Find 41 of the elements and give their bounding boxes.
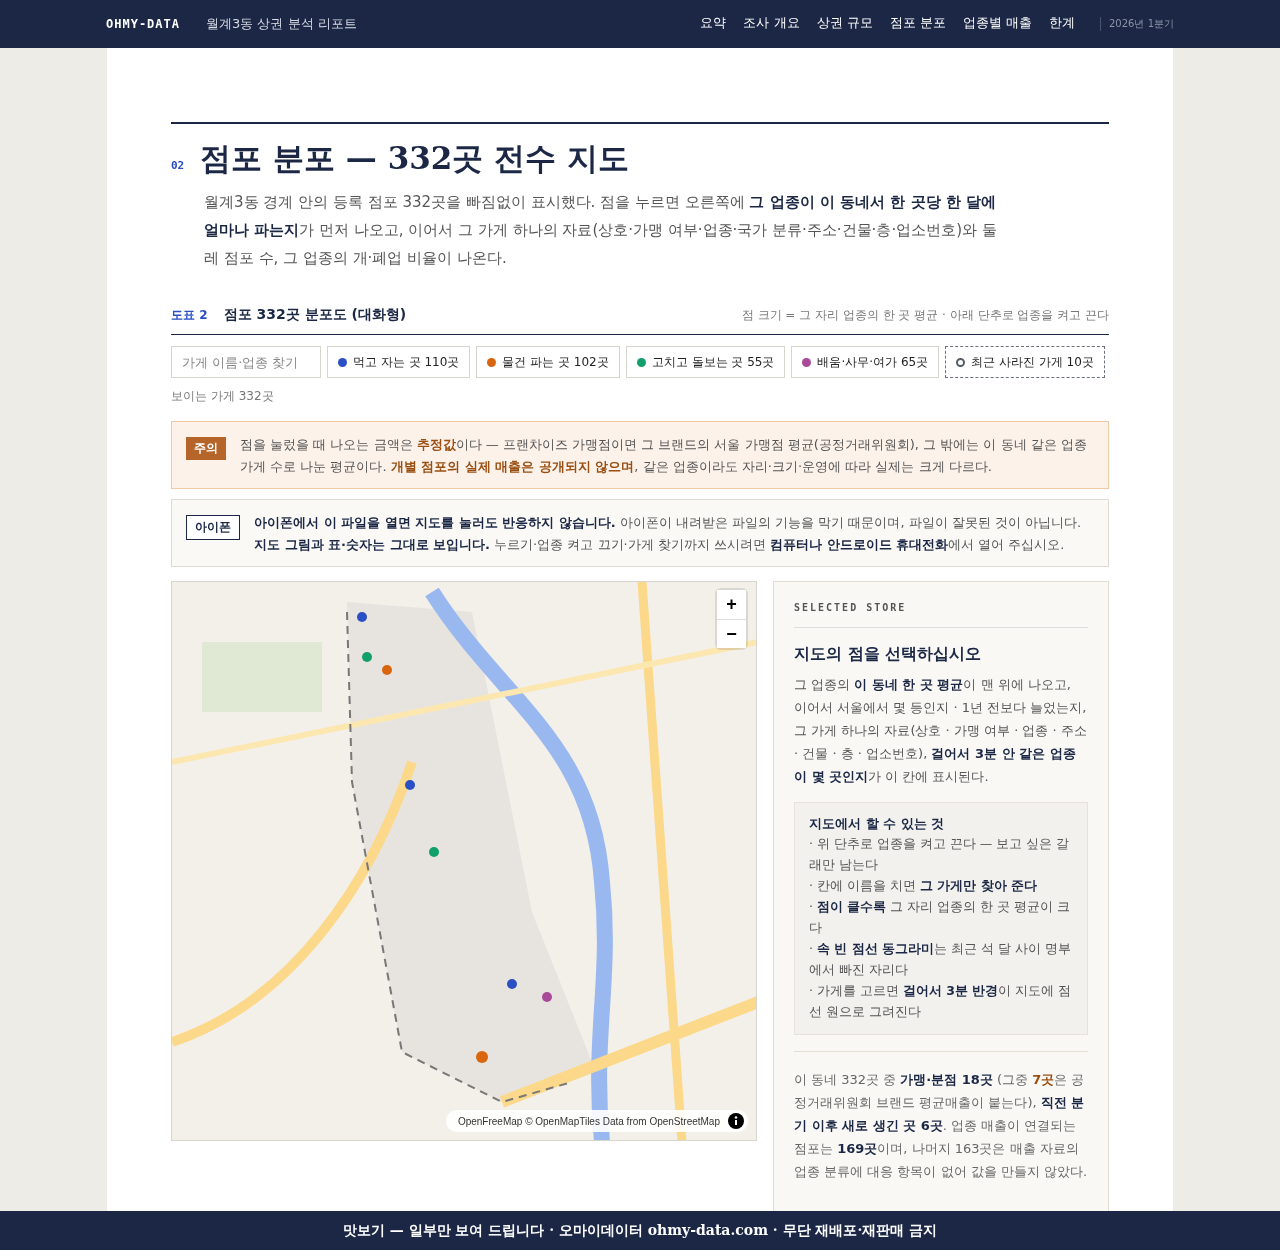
help-item: · 칸에 이름을 치면 그 가게만 찾아 준다: [809, 877, 1038, 895]
help-item: · 점이 클수록 그 자리 업종의 한 곳 평균이 크다: [809, 898, 1072, 937]
section-title: 점포 분포 — 332곳 전수 지도: [200, 139, 629, 178]
info-icon[interactable]: [728, 1113, 744, 1129]
map-attribution: OpenFreeMap © OpenMapTiles Data from OpenStreetMap: [457, 1115, 720, 1127]
notice-badge: 주의: [186, 437, 226, 460]
banner-text: 맛보기 — 일부만 보여 드립니다 · 오마이데이터 ohmy-data.com · 무단 재배포·재판매 금지: [342, 1221, 938, 1240]
notice-text: 점을 눌렀을 때 나오는 금액은 추정값이다 — 프랜차이즈 가맹점이면 그 브랜드의 서울 가맹점 평균(공정거래위원회), 그 밖에는 이 동네 같은 업종 가게 수로 나눈 평균이다. 개별 점포의 실제 매출은 공개되지 않으며, 같은 업종이라도 자리·크기·운영에 따라 실제는 크게 다르다.: [240, 436, 1088, 476]
filter-chip[interactable]: 먹고 자는 곳 110곳: [327, 346, 471, 378]
figure-note: 점 크기 = 그 자리 업종의 한 곳 평균 · 아래 단추로 업종을 켜고 끈다: [741, 307, 1109, 324]
period-label: 2026년 1분기: [1100, 17, 1174, 31]
nav-link[interactable]: 상권 규모: [816, 14, 873, 34]
lead-paragraph: 월계3동 경계 안의 등록 점포 332곳을 빠짐없이 표시했다. 점을 누르면 오른쪽에 그 업종이 이 동네서 한 곳당 한 달에 얼마나 파는지가 먼저 나오고, 이어서 그 가게 하나의 자료(상호·가맹 여부·업종·국가 분류·주소·건물·층·업소번호)와 둘레 점포 수, 그 업종의 개·폐업 비율이 나온다.: [204, 192, 998, 269]
notice-text: 아이폰에서 이 파일을 열면 지도를 눌러도 반응하지 않습니다. 아이폰이 내려받은 파일의 기능을 막기 때문이며, 파일이 잘못된 것이 아닙니다. 지도 그림과 표·숫자는 그대로 보입니다. 누르기·업종 켜고 끄기·가게 찾기까지 쓰시려면 컴퓨터나 안드로이드 휴대전화에서 열어 주십시오.: [254, 514, 1083, 554]
search-field[interactable]: 가게 이름·업종 찾기: [171, 346, 321, 378]
help-title: 지도에서 할 수 있는 것: [809, 815, 946, 833]
filter-chip[interactable]: 배움·사무·여가 65곳: [791, 346, 940, 378]
map[interactable]: + − OpenFreeMap © OpenMapTiles Data from OpenStreetMap: [171, 581, 757, 1141]
section-number: 02: [171, 159, 185, 172]
nav-link[interactable]: 요약: [700, 14, 727, 34]
help-item: · 속 빈 점선 동그라미는 최근 석 달 사이 명부에서 빠진 자리다: [809, 940, 1072, 979]
nav-link[interactable]: 점포 분포: [889, 14, 946, 34]
figure-label: 도표 2: [171, 307, 208, 324]
nav-link[interactable]: 업종별 매출: [962, 14, 1032, 34]
zoom-out-button[interactable]: −: [717, 619, 746, 648]
visible-count: 보이는 가게 332곳: [171, 388, 275, 405]
filter-chip[interactable]: 최근 사라진 가게 10곳: [945, 346, 1105, 378]
help-item: · 위 단추로 업종을 켜고 끈다 — 보고 싶은 갈래만 남는다: [809, 835, 1071, 874]
brand-logo[interactable]: OHMY-DATA: [106, 17, 181, 31]
nav-link[interactable]: 조사 개요: [743, 14, 800, 34]
panel-title: 지도의 점을 선택하십시오: [794, 644, 983, 665]
panel-eyebrow: SELECTED STORE: [794, 602, 1088, 628]
report-title: 월계3동 상권 분석 리포트: [206, 15, 357, 33]
summary-paragraph: 이 동네 332곳 중 가맹·분점 18곳 (그중 7곳은 공정거래위원회 브랜드 평균매출이 붙는다), 직전 분기 이후 새로 생긴 곳 6곳. 업종 매출이 연결되는 점포는 169곳이며, 나머지 163곳은 매출 자료의 업종 분류에 대응 항목이 없어 값을 만들지 않았다.: [794, 1051, 1088, 1183]
notice-badge: 아이폰: [186, 515, 240, 540]
help-item: · 가게를 고르면 걸어서 3분 반경이 지도에 점선 원으로 그려진다: [809, 982, 1073, 1021]
nav-link[interactable]: 한계: [1049, 14, 1075, 34]
figure-title: 점포 332곳 분포도 (대화형): [223, 306, 407, 324]
filter-chip[interactable]: 고치고 돌보는 곳 55곳: [625, 346, 786, 378]
panel-description: 그 업종의 이 동네 한 곳 평균이 맨 위에 나오고, 이어서 서울에서 몇 등인지 · 1년 전보다 늘었는지, 그 가게 하나의 자료(상호 · 가맹 여부 · 업종 · 주소 · 건물 · 층 · 업소번호), 걸어서 3분 안 같은 업종이 몇 곳인지가 이 칸에 표시된다.: [794, 676, 1088, 786]
filter-chip[interactable]: 물건 파는 곳 102곳: [476, 346, 620, 378]
